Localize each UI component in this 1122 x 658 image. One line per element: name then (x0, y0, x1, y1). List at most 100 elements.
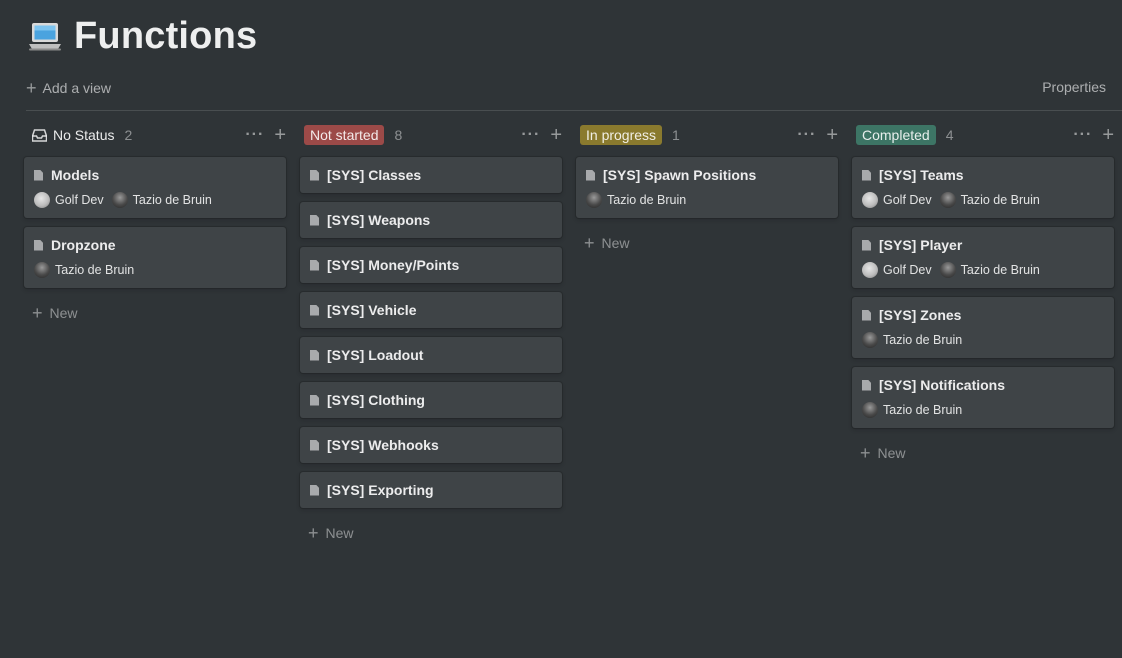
board-column-in-progress: In progress 1 ··· + [SYS] Spawn Position… (576, 122, 838, 252)
avatar (34, 262, 50, 278)
person-name: Golf Dev (55, 193, 104, 207)
more-options-icon[interactable]: ··· (245, 127, 264, 143)
column-count: 4 (945, 127, 954, 143)
person-name: Tazio de Bruin (883, 403, 963, 417)
column-count: 2 (124, 127, 133, 143)
board-card[interactable]: [SYS] Teams Golf Dev Tazio de Bruin (852, 157, 1114, 218)
page-icon (34, 239, 43, 251)
add-card-icon[interactable]: + (1102, 125, 1114, 145)
laptop-icon[interactable] (26, 19, 64, 53)
board-card[interactable]: [SYS] Vehicle (300, 292, 562, 328)
page-icon (586, 169, 595, 181)
card-title: [SYS] Loadout (327, 347, 424, 363)
plus-icon: + (860, 443, 871, 463)
divider (26, 110, 1122, 111)
add-card-icon[interactable]: + (826, 125, 838, 145)
assignees: Golf Dev Tazio de Bruin (862, 262, 1104, 278)
new-card-button[interactable]: + New (300, 524, 562, 542)
page-icon (310, 169, 319, 181)
page-icon (310, 439, 319, 451)
page-icon (862, 169, 871, 181)
board-column-completed: Completed 4 ··· + [SYS] Teams Golf Dev T… (852, 122, 1114, 462)
column-header: No Status 2 ··· + (24, 122, 286, 148)
new-label: New (325, 525, 354, 541)
board-card[interactable]: [SYS] Classes (300, 157, 562, 193)
more-options-icon[interactable]: ··· (1073, 127, 1092, 143)
plus-icon: + (308, 523, 319, 543)
new-label: New (601, 235, 630, 251)
person-chip: Tazio de Bruin (862, 402, 962, 418)
add-card-icon[interactable]: + (274, 125, 286, 145)
page-title: Functions (74, 14, 258, 57)
column-actions: ··· + (797, 122, 838, 148)
assignees: Golf Dev Tazio de Bruin (34, 192, 276, 208)
status-badge: In progress (580, 125, 663, 145)
board-card[interactable]: [SYS] Zones Tazio de Bruin (852, 297, 1114, 358)
card-title: [SYS] Exporting (327, 482, 434, 498)
column-title[interactable]: Not started (300, 125, 385, 145)
column-actions: ··· + (521, 122, 562, 148)
avatar (862, 192, 878, 208)
column-header: In progress 1 ··· + (576, 122, 838, 148)
board-card[interactable]: [SYS] Weapons (300, 202, 562, 238)
avatar (586, 192, 602, 208)
new-card-button[interactable]: + New (24, 304, 286, 322)
card-title: Dropzone (51, 237, 116, 253)
board-card[interactable]: [SYS] Loadout (300, 337, 562, 373)
board-card[interactable]: [SYS] Notifications Tazio de Bruin (852, 367, 1114, 428)
person-name: Tazio de Bruin (960, 263, 1040, 277)
new-card-button[interactable]: + New (576, 234, 838, 252)
card-title: Models (51, 167, 100, 183)
new-card-button[interactable]: + New (852, 444, 1114, 462)
column-title[interactable]: No Status (24, 127, 114, 143)
avatar (862, 402, 878, 418)
person-chip: Tazio de Bruin (586, 192, 686, 208)
person-chip: Tazio de Bruin (939, 262, 1040, 278)
person-name: Tazio de Bruin (607, 193, 687, 207)
board-page: Functions + Add a view Properties No Sta… (0, 0, 1122, 658)
board-card[interactable]: [SYS] Player Golf Dev Tazio de Bruin (852, 227, 1114, 288)
more-options-icon[interactable]: ··· (521, 127, 540, 143)
assignees: Tazio de Bruin (34, 262, 276, 278)
add-card-icon[interactable]: + (550, 125, 562, 145)
page-icon (862, 379, 871, 391)
column-title[interactable]: Completed (852, 125, 936, 145)
properties-button[interactable]: Properties (1042, 79, 1106, 95)
card-title: [SYS] Classes (327, 167, 422, 183)
new-label: New (49, 305, 78, 321)
assignees: Golf Dev Tazio de Bruin (862, 192, 1104, 208)
assignees: Tazio de Bruin (862, 402, 1104, 418)
board-card[interactable]: Models Golf Dev Tazio de Bruin (24, 157, 286, 218)
column-name: No Status (53, 127, 115, 143)
board-column-no-status: No Status 2 ··· + Models Golf Dev Tazio … (24, 122, 286, 322)
board-card[interactable]: [SYS] Webhooks (300, 427, 562, 463)
avatar (862, 262, 878, 278)
card-title: [SYS] Vehicle (327, 302, 417, 318)
person-chip: Tazio de Bruin (111, 192, 212, 208)
page-icon (310, 259, 319, 271)
person-name: Golf Dev (883, 193, 932, 207)
person-name: Tazio de Bruin (55, 263, 135, 277)
card-title: [SYS] Weapons (327, 212, 431, 228)
page-icon (862, 309, 871, 321)
person-name: Tazio de Bruin (132, 193, 212, 207)
avatar (862, 332, 878, 348)
new-label: New (877, 445, 906, 461)
board-card[interactable]: [SYS] Exporting (300, 472, 562, 508)
page-icon (310, 349, 319, 361)
page-icon (310, 304, 319, 316)
board-card[interactable]: Dropzone Tazio de Bruin (24, 227, 286, 288)
board-card[interactable]: [SYS] Money/Points (300, 247, 562, 283)
avatar (111, 192, 128, 208)
page-icon (310, 394, 319, 406)
status-badge: Completed (856, 125, 936, 145)
more-options-icon[interactable]: ··· (797, 127, 816, 143)
person-name: Tazio de Bruin (960, 193, 1040, 207)
board-card[interactable]: [SYS] Spawn Positions Tazio de Bruin (576, 157, 838, 218)
person-chip: Tazio de Bruin (862, 332, 962, 348)
board-card[interactable]: [SYS] Clothing (300, 382, 562, 418)
column-title[interactable]: In progress (576, 125, 663, 145)
plus-icon: + (584, 233, 595, 253)
avatar (939, 262, 956, 278)
add-view-button[interactable]: + Add a view (26, 79, 111, 97)
